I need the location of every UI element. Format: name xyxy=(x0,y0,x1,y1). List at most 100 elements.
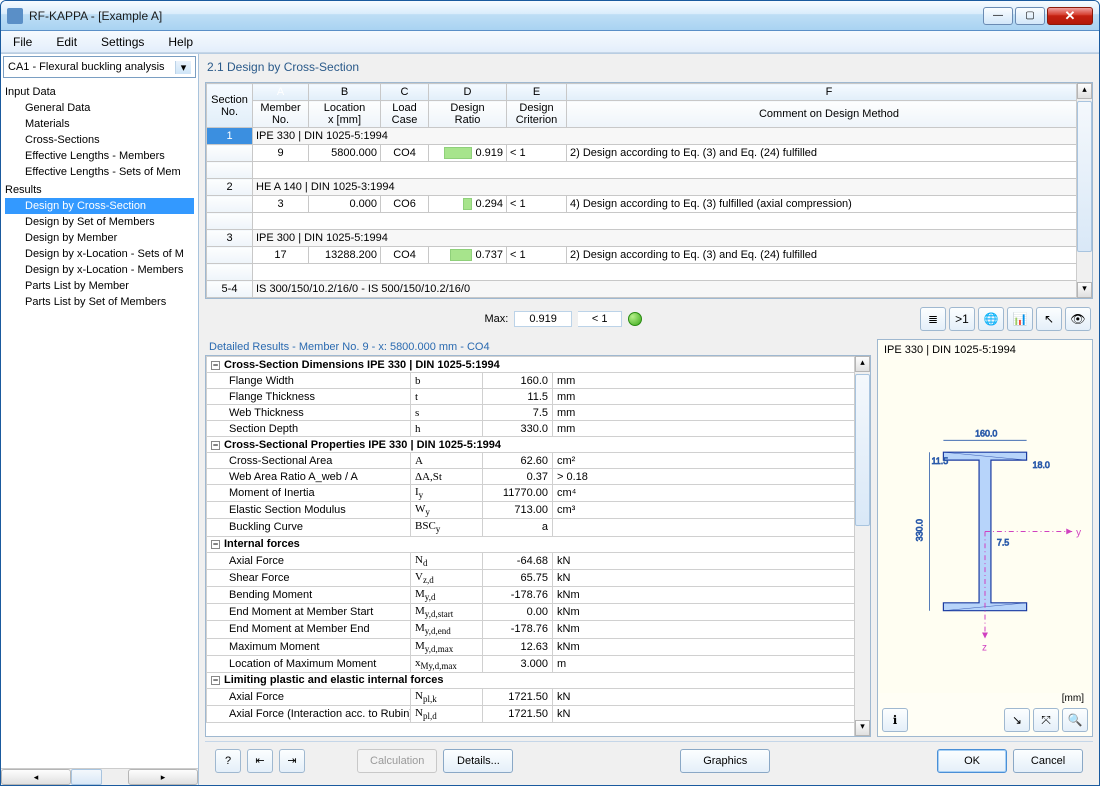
detail-name[interactable]: Web Thickness xyxy=(207,405,411,421)
scroll-right-icon[interactable]: ▸ xyxy=(128,769,198,785)
detail-name[interactable]: End Moment at Member End xyxy=(207,621,411,638)
menu-edit[interactable]: Edit xyxy=(50,33,83,51)
axis-y-button[interactable]: ↘ xyxy=(1004,708,1030,732)
cell-criterion[interactable]: < 1 xyxy=(507,196,567,213)
tree-item-eff-lengths-sets[interactable]: Effective Lengths - Sets of Mem xyxy=(5,164,194,180)
cell-lc[interactable]: CO4 xyxy=(381,145,429,162)
tool-show-graphic[interactable]: 🌐 xyxy=(978,307,1004,331)
cell-location[interactable]: 0.000 xyxy=(309,196,381,213)
grid-vscroll[interactable]: ▴▾ xyxy=(1076,83,1092,298)
col-load-case[interactable]: LoadCase xyxy=(381,101,429,128)
tree-item-design-by-member[interactable]: Design by Member xyxy=(5,230,194,246)
cell-comment[interactable]: 4) Design according to Eq. (3) fulfilled… xyxy=(567,196,1092,213)
col-letter-e[interactable]: E xyxy=(507,84,567,101)
col-letter-a[interactable]: A xyxy=(253,84,309,101)
col-location[interactable]: Locationx [mm] xyxy=(309,101,381,128)
col-letter-c[interactable]: C xyxy=(381,84,429,101)
col-section-no[interactable]: SectionNo. xyxy=(207,84,253,128)
cell-ratio[interactable]: 0.737 xyxy=(429,247,507,264)
detail-name[interactable]: Web Area Ratio A_web / A xyxy=(207,469,411,485)
detail-name[interactable]: Axial Force xyxy=(207,688,411,705)
tree-item-design-by-cs[interactable]: Design by Cross-Section xyxy=(5,198,194,214)
info-button[interactable]: ℹ xyxy=(882,708,908,732)
row-header[interactable] xyxy=(207,247,253,264)
col-design-ratio[interactable]: DesignRatio xyxy=(429,101,507,128)
detail-name[interactable]: Maximum Moment xyxy=(207,638,411,655)
cell-criterion[interactable]: < 1 xyxy=(507,145,567,162)
scroll-left-icon[interactable]: ◂ xyxy=(1,769,71,785)
detail-name[interactable]: Axial Force (Interaction acc. to Rubin) xyxy=(207,706,411,723)
tool-pick[interactable]: ↖ xyxy=(1036,307,1062,331)
cell-location[interactable]: 5800.000 xyxy=(309,145,381,162)
tool-exceed[interactable]: >1 xyxy=(949,307,975,331)
detail-name[interactable]: Moment of Inertia xyxy=(207,485,411,502)
col-member-no[interactable]: MemberNo. xyxy=(253,101,309,128)
cell-lc[interactable]: CO6 xyxy=(381,196,429,213)
tool-filter-rows[interactable]: ≣ xyxy=(920,307,946,331)
results-grid[interactable]: SectionNo. A B C D E F MemberNo. Locatio… xyxy=(205,82,1093,299)
cell-member[interactable]: 17 xyxy=(253,247,309,264)
tree-item-design-by-set[interactable]: Design by Set of Members xyxy=(5,214,194,230)
detail-name[interactable]: Location of Maximum Moment xyxy=(207,655,411,672)
detail-name[interactable]: Elastic Section Modulus xyxy=(207,502,411,519)
detail-name[interactable]: Flange Width xyxy=(207,373,411,389)
profile-canvas[interactable]: y z 160.0 330.0 11.5 xyxy=(878,360,1092,693)
cell-member[interactable]: 9 xyxy=(253,145,309,162)
tree-item-parts-list-member[interactable]: Parts List by Member xyxy=(5,278,194,294)
col-letter-f[interactable]: F xyxy=(567,84,1092,101)
cell-member[interactable]: 3 xyxy=(253,196,309,213)
row-header[interactable]: 3 xyxy=(207,230,253,247)
ok-button[interactable]: OK xyxy=(937,749,1007,773)
row-header[interactable]: 2 xyxy=(207,179,253,196)
detail-vscroll[interactable]: ▴▾ xyxy=(854,356,870,736)
section-label[interactable]: IS 300/150/10.2/16/0 - IS 500/150/10.2/1… xyxy=(253,281,1092,298)
detail-name[interactable]: Cross-Sectional Area xyxy=(207,453,411,469)
menu-help[interactable]: Help xyxy=(162,33,199,51)
case-combo[interactable]: CA1 - Flexural buckling analysis ▾ xyxy=(3,56,196,78)
help-button[interactable]: ? xyxy=(215,749,241,773)
detail-group[interactable]: −Internal forces xyxy=(207,536,870,552)
cell-lc[interactable]: CO4 xyxy=(381,247,429,264)
row-header[interactable] xyxy=(207,196,253,213)
cancel-button[interactable]: Cancel xyxy=(1013,749,1083,773)
detail-group[interactable]: −Cross-Sectional Properties IPE 330 | DI… xyxy=(207,437,870,453)
tool-export[interactable]: 📊 xyxy=(1007,307,1033,331)
next-button[interactable]: ⇥ xyxy=(279,749,305,773)
detail-group[interactable]: −Cross-Section Dimensions IPE 330 | DIN … xyxy=(207,357,870,373)
detail-name[interactable]: Bending Moment xyxy=(207,586,411,603)
col-letter-d[interactable]: D xyxy=(429,84,507,101)
detail-name[interactable]: End Moment at Member Start xyxy=(207,604,411,621)
tree-item-cross-sections[interactable]: Cross-Sections xyxy=(5,132,194,148)
detail-group[interactable]: −Limiting plastic and elastic internal f… xyxy=(207,672,870,688)
cell-ratio[interactable]: 0.919 xyxy=(429,145,507,162)
menu-file[interactable]: File xyxy=(7,33,38,51)
cell-ratio[interactable]: 0.294 xyxy=(429,196,507,213)
detail-name[interactable]: Buckling Curve xyxy=(207,519,411,536)
tree-group-results[interactable]: Results xyxy=(5,182,194,198)
details-button[interactable]: Details... xyxy=(443,749,513,773)
cell-comment[interactable]: 2) Design according to Eq. (3) and Eq. (… xyxy=(567,145,1092,162)
cell-comment[interactable]: 2) Design according to Eq. (3) and Eq. (… xyxy=(567,247,1092,264)
section-label[interactable]: IPE 330 | DIN 1025-5:1994 xyxy=(253,128,1092,145)
detail-name[interactable]: Flange Thickness xyxy=(207,389,411,405)
row-header[interactable] xyxy=(207,145,253,162)
tree-item-materials[interactable]: Materials xyxy=(5,116,194,132)
tree-item-general-data[interactable]: General Data xyxy=(5,100,194,116)
col-letter-b[interactable]: B xyxy=(309,84,381,101)
col-comment[interactable]: Comment on Design Method xyxy=(567,101,1092,128)
tree-item-design-by-xloc-sets[interactable]: Design by x-Location - Sets of M xyxy=(5,246,194,262)
minimize-button[interactable]: — xyxy=(983,7,1013,25)
maximize-button[interactable]: ▢ xyxy=(1015,7,1045,25)
detail-name[interactable]: Shear Force xyxy=(207,569,411,586)
cell-criterion[interactable]: < 1 xyxy=(507,247,567,264)
tree-item-eff-lengths-members[interactable]: Effective Lengths - Members xyxy=(5,148,194,164)
sidebar-hscroll[interactable]: ◂ ▸ xyxy=(1,768,198,785)
menu-settings[interactable]: Settings xyxy=(95,33,150,51)
axis-z-button[interactable]: ⤧ xyxy=(1033,708,1059,732)
detail-name[interactable]: Section Depth xyxy=(207,421,411,437)
graphics-button[interactable]: Graphics xyxy=(680,749,770,773)
section-label[interactable]: IPE 300 | DIN 1025-5:1994 xyxy=(253,230,1092,247)
detail-grid[interactable]: −Cross-Section Dimensions IPE 330 | DIN … xyxy=(205,355,871,737)
tool-view[interactable]: 👁 xyxy=(1065,307,1091,331)
detail-name[interactable]: Axial Force xyxy=(207,552,411,569)
